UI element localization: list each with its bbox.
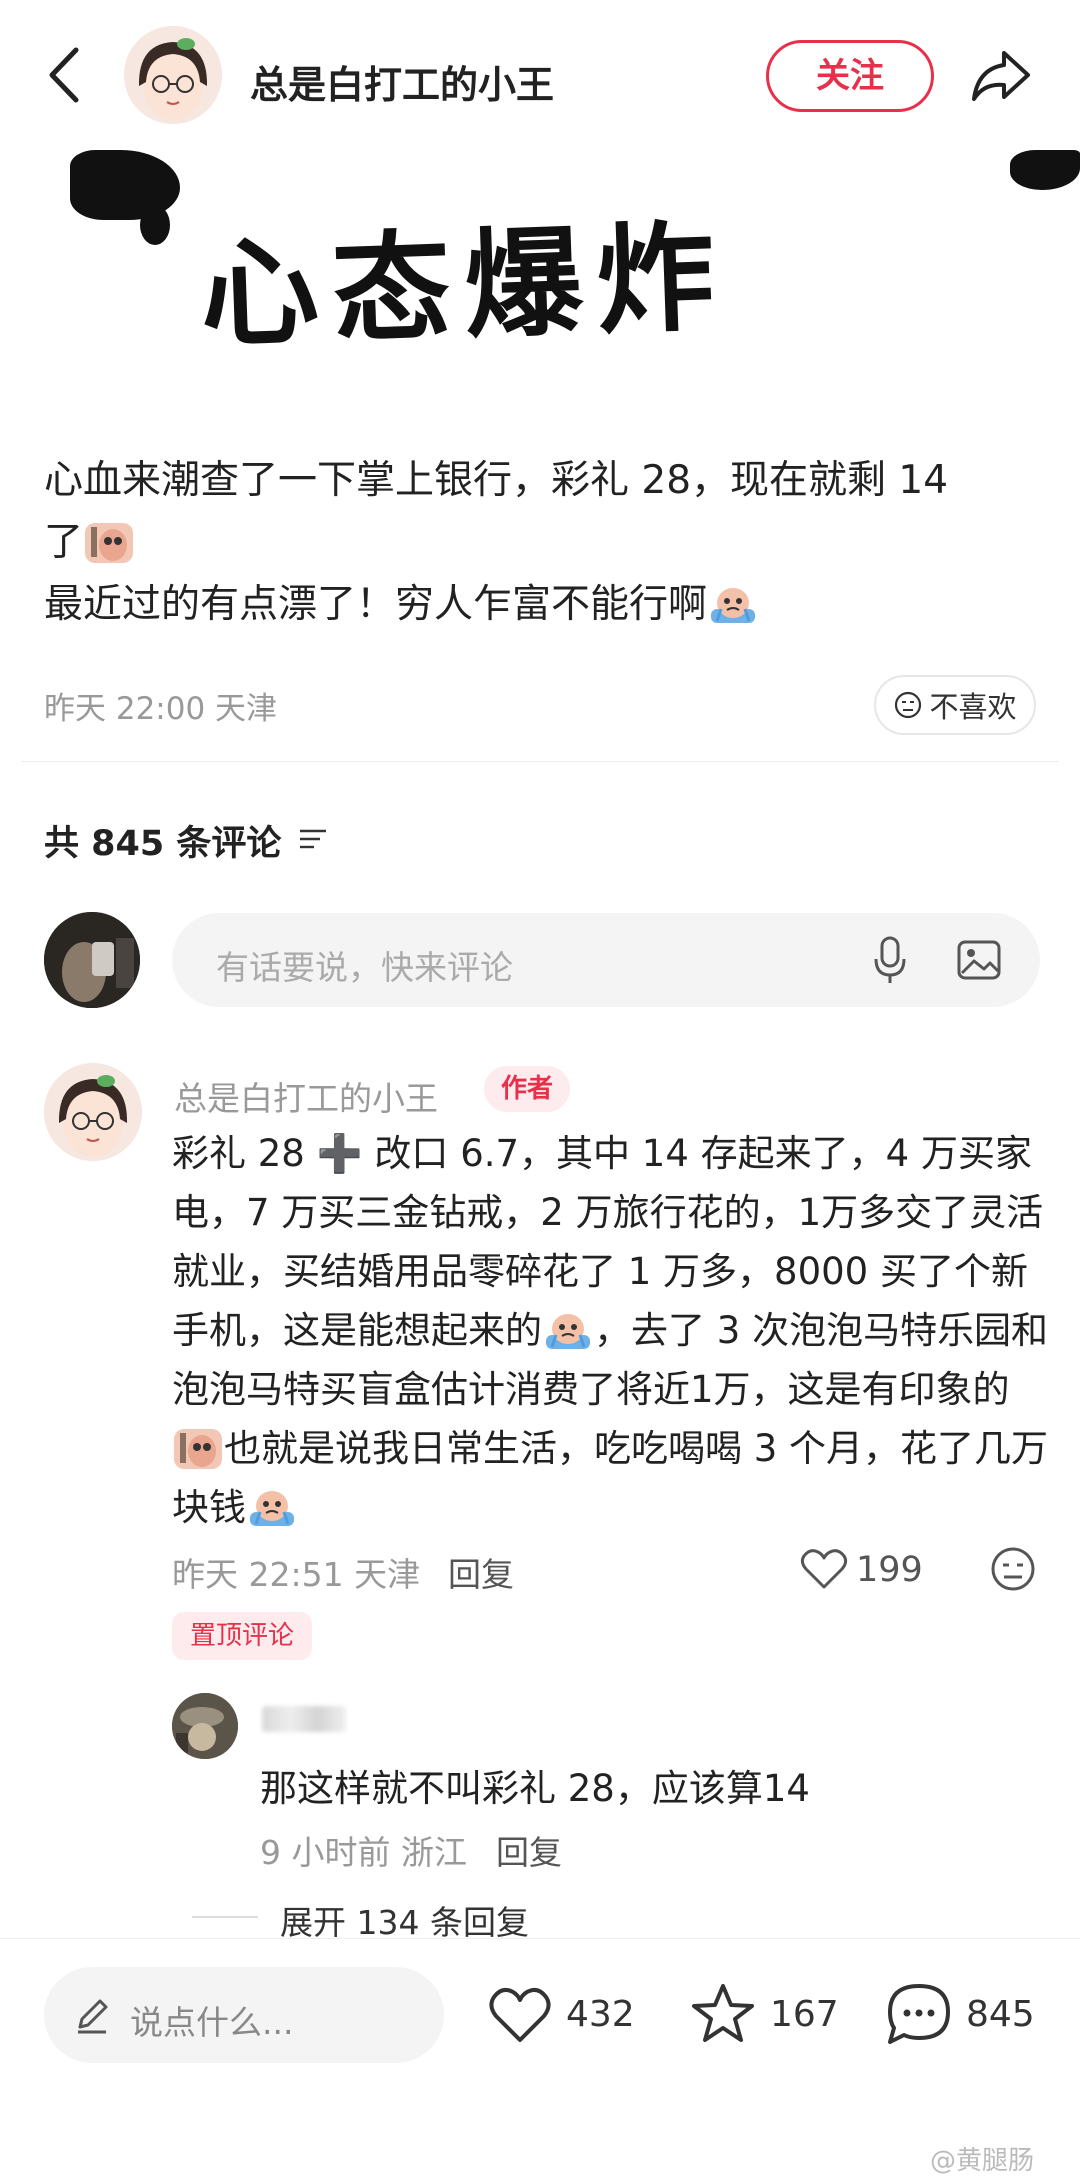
- peeking-emoji-icon: [85, 523, 134, 563]
- like-heart-icon[interactable]: [488, 1986, 552, 2044]
- share-icon[interactable]: [970, 45, 1032, 105]
- reply-text: 那这样就不叫彩礼 28，应该算14: [260, 1767, 810, 1810]
- post-line: 了: [44, 520, 84, 565]
- post-line: 心血来潮查了一下掌上银行，彩礼 28，现在就剩 14: [44, 458, 949, 503]
- reply-meta: 9 小时前 浙江: [260, 1833, 467, 1872]
- post-line: 最近过的有点漂了！穷人乍富不能行啊: [44, 582, 708, 627]
- neutral-face-icon: [895, 691, 922, 719]
- post-comment-count: 845: [966, 1994, 1035, 2035]
- post-body: 心血来潮查了一下掌上银行，彩礼 28，现在就剩 14 了 最近过的有点漂了！穷人…: [44, 450, 1044, 636]
- crying-emoji-icon: [250, 1491, 294, 1526]
- heart-icon[interactable]: [800, 1548, 848, 1590]
- microphone-icon[interactable]: [872, 935, 908, 985]
- pinned-comment-badge: 置顶评论: [172, 1612, 312, 1660]
- bottom-comment-input[interactable]: 说点什么...: [44, 1967, 444, 2063]
- author-name[interactable]: 总是白打工的小王: [250, 54, 554, 109]
- dislike-face-icon[interactable]: [990, 1546, 1036, 1592]
- peeking-emoji-icon: [174, 1429, 222, 1469]
- my-avatar: [44, 912, 140, 1008]
- dislike-label: 不喜欢: [929, 690, 1017, 724]
- comment-text-part: 也就是说我日常生活，吃吃喝喝 3 个月，花了几万块钱: [172, 1427, 1049, 1529]
- top-header: 总是白打工的小王 关注: [0, 0, 1080, 150]
- weibo-watermark: @黄腿肠: [930, 2146, 1035, 2176]
- author-avatar[interactable]: [124, 26, 222, 124]
- dislike-button[interactable]: 不喜欢: [874, 675, 1036, 735]
- collect-star-icon[interactable]: [690, 1982, 756, 2046]
- pencil-icon: [78, 1999, 108, 2034]
- post-image-caption: 心态爆炸: [198, 207, 731, 365]
- sort-filter-icon[interactable]: [298, 828, 328, 850]
- ink-blob-decoration: [140, 205, 170, 245]
- follow-button[interactable]: 关注: [766, 40, 934, 112]
- comment-like-count: 199: [856, 1550, 923, 1590]
- ink-blob-decoration: [1010, 150, 1080, 190]
- comment-input-placeholder: 有话要说，快来评论: [216, 948, 513, 987]
- commenter-avatar[interactable]: [44, 1063, 142, 1161]
- replier-avatar[interactable]: [172, 1693, 238, 1759]
- crying-emoji-icon: [546, 1314, 590, 1349]
- replier-name-blurred[interactable]: [262, 1706, 346, 1732]
- author-badge: 作者: [484, 1066, 570, 1112]
- comment-input[interactable]: 有话要说，快来评论: [172, 913, 1040, 1007]
- back-arrow-icon[interactable]: [40, 40, 90, 110]
- reply-button[interactable]: 回复: [496, 1826, 562, 1874]
- comment-bubble-icon[interactable]: [884, 1982, 954, 2048]
- commenter-name[interactable]: 总是白打工的小王: [174, 1072, 438, 1120]
- bottom-bar-divider: [0, 1938, 1080, 1939]
- crying-emoji-icon: [711, 588, 756, 623]
- divider: [22, 761, 1058, 762]
- post-like-count: 432: [566, 1994, 635, 2035]
- expand-divider-line: [192, 1916, 258, 1918]
- reply-button[interactable]: 回复: [448, 1548, 514, 1596]
- post-image[interactable]: 心态爆炸: [0, 150, 1080, 400]
- bottom-input-placeholder: 说点什么...: [130, 2003, 294, 2042]
- comment-text: 彩礼 28 ➕ 改口 6.7，其中 14 存起来了，4 万买家电，7 万买三金钻…: [172, 1124, 1052, 1537]
- post-meta: 昨天 22:00 天津: [44, 691, 278, 727]
- comment-meta: 昨天 22:51 天津: [172, 1555, 421, 1594]
- post-collect-count: 167: [770, 1994, 839, 2035]
- comment-count: 共 845 条评论: [44, 824, 282, 864]
- expand-replies-link[interactable]: 展开 134 条回复: [280, 1896, 529, 1944]
- image-icon[interactable]: [956, 939, 1002, 981]
